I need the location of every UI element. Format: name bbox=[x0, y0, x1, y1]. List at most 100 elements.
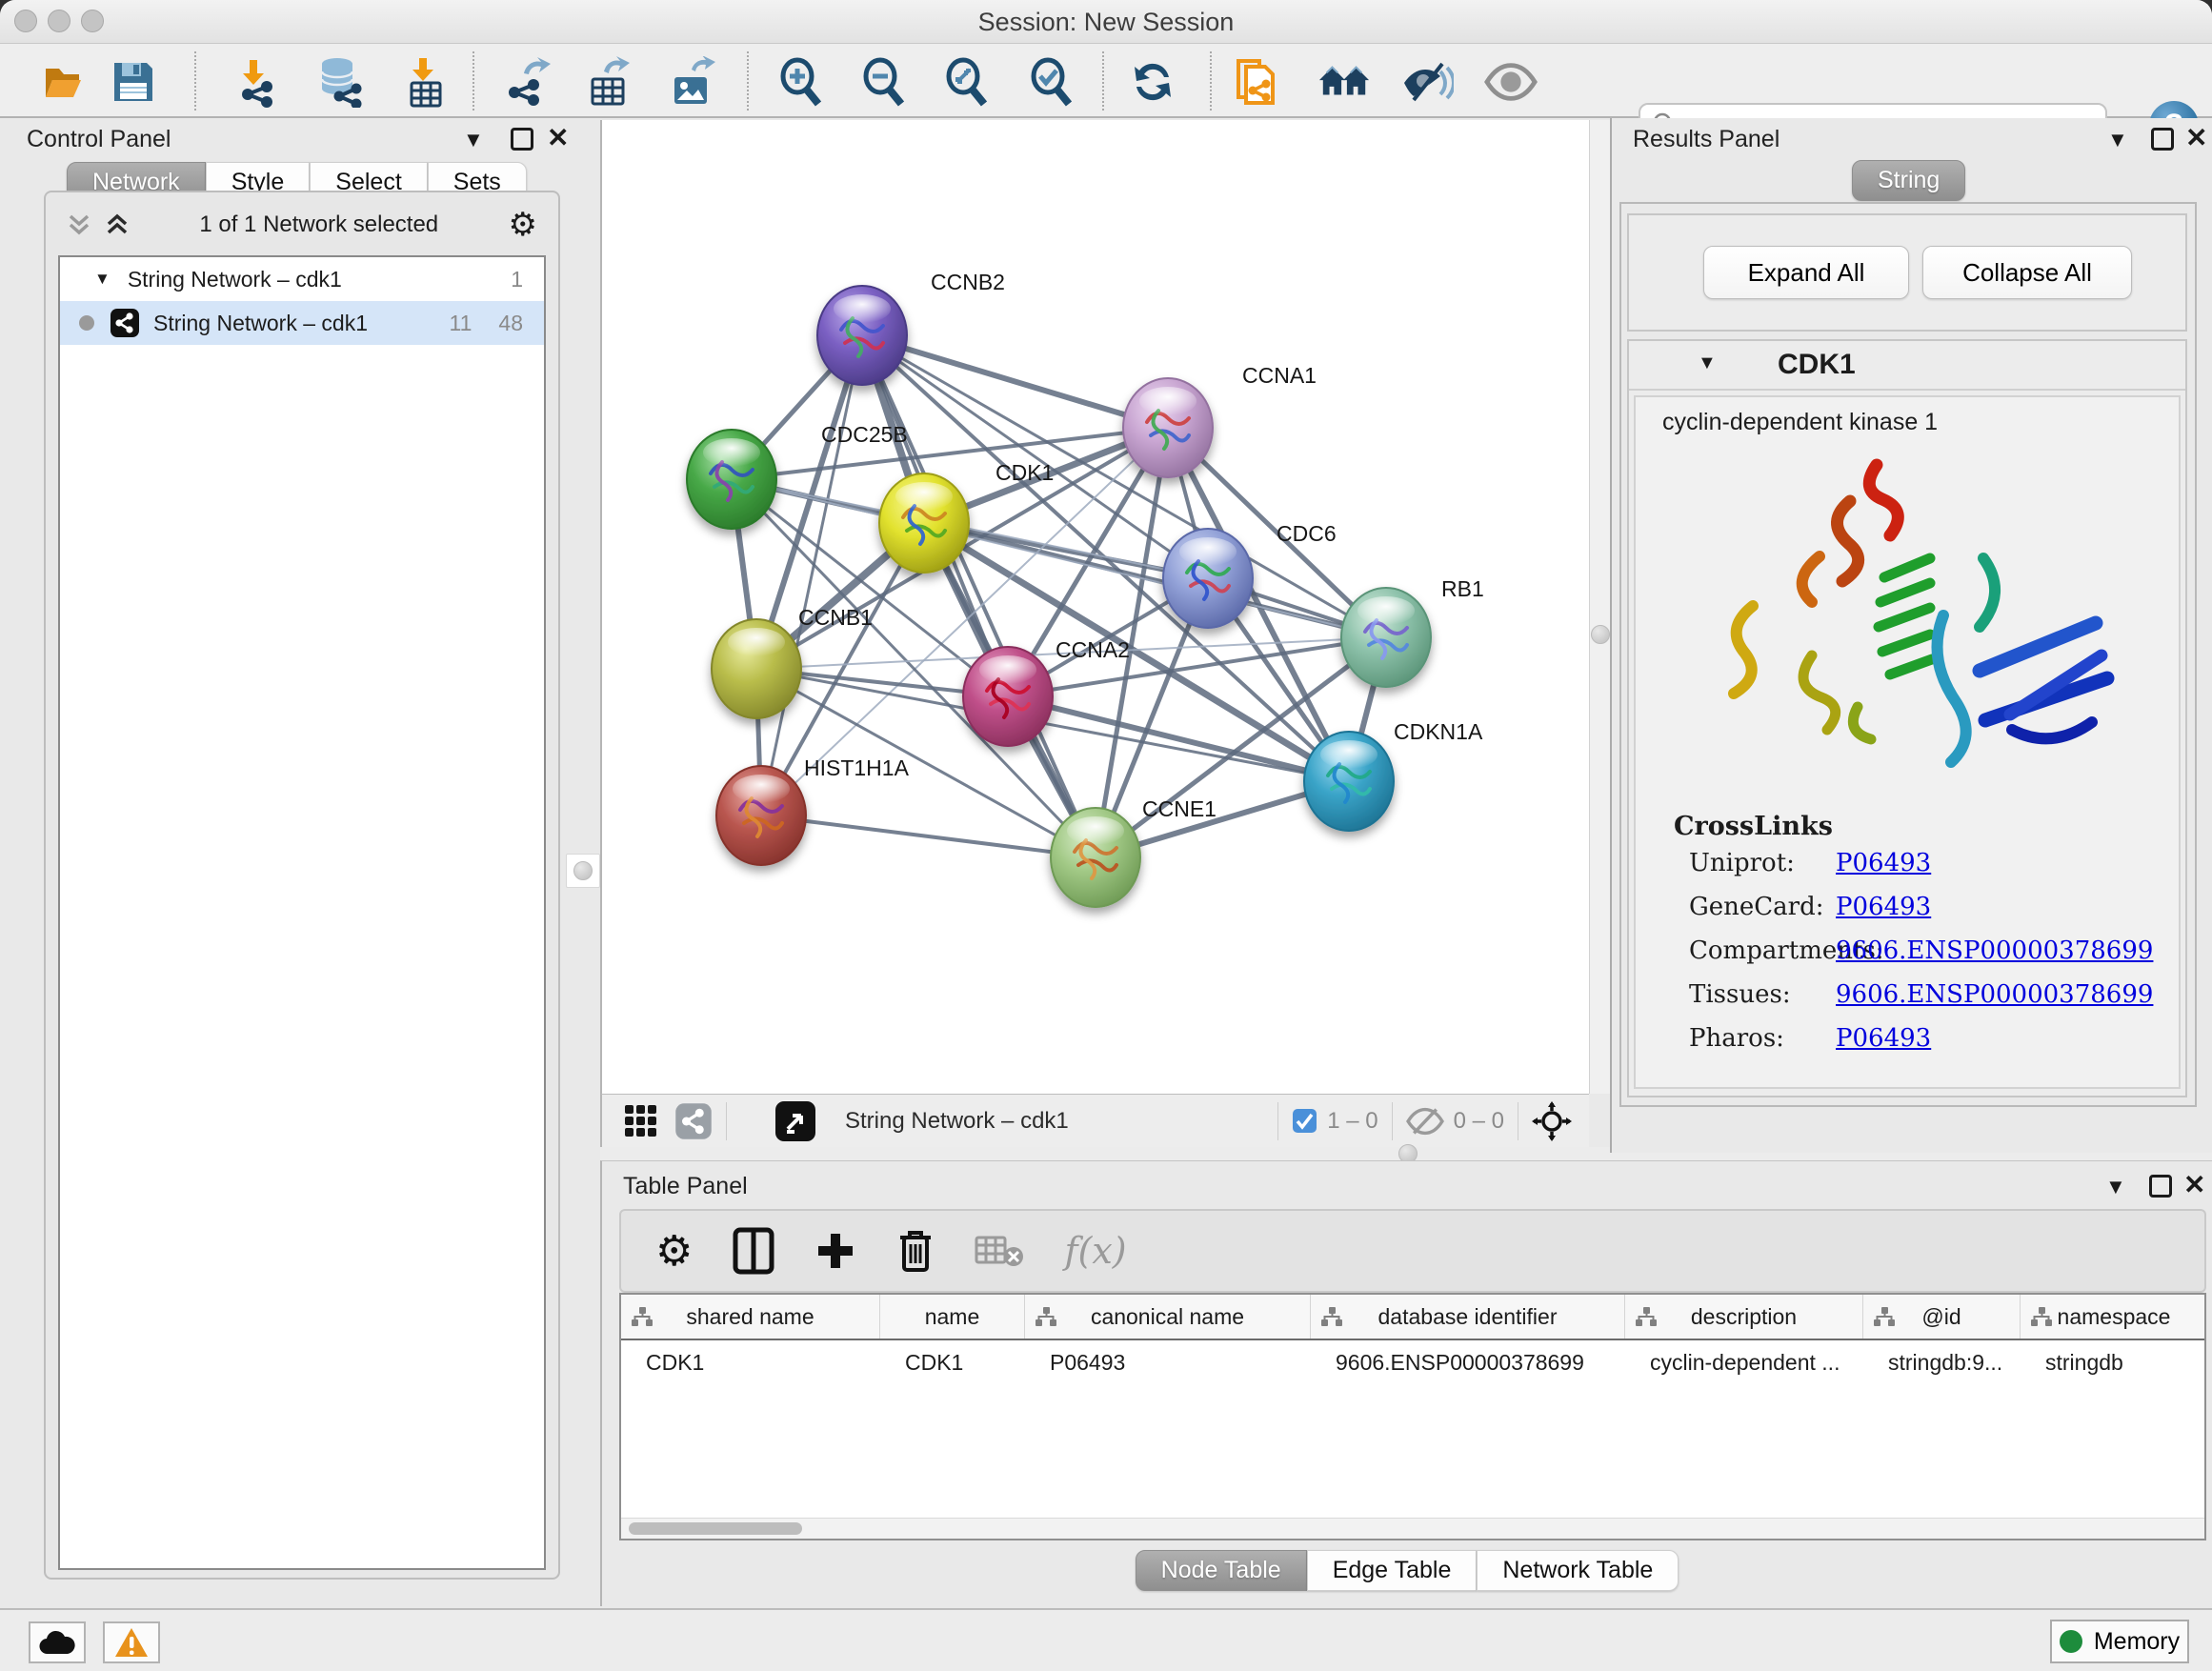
crosslink-value: 9606.ENSP00000378699 bbox=[1836, 980, 2153, 1009]
column-header-shared-name[interactable]: shared name bbox=[621, 1295, 880, 1339]
collapse-all-button[interactable]: Collapse All bbox=[1922, 246, 2132, 299]
tab-node-table[interactable]: Node Table bbox=[1136, 1550, 1307, 1591]
table-settings-gear-button[interactable]: ⚙ bbox=[655, 1222, 693, 1279]
selected-counts: 1 – 0 bbox=[1327, 1108, 1377, 1135]
show-graphics-details-button[interactable] bbox=[1484, 55, 1538, 109]
column-header-database-identifier[interactable]: database identifier bbox=[1311, 1295, 1625, 1339]
node-CCNB2[interactable] bbox=[817, 286, 907, 385]
results-panel-title: Results Panel bbox=[1633, 126, 1780, 153]
table-cell[interactable]: cyclin-dependent ... bbox=[1625, 1340, 1863, 1384]
function-builder-button[interactable]: f(x) bbox=[1064, 1222, 1126, 1279]
zoom-in-button[interactable] bbox=[774, 55, 827, 109]
warnings-button[interactable] bbox=[103, 1621, 160, 1663]
crosslink-value-link[interactable]: P06493 bbox=[1836, 1024, 1931, 1053]
table-cell[interactable]: stringdb:9... bbox=[1863, 1340, 2021, 1384]
delete-table-button[interactable] bbox=[975, 1222, 1024, 1279]
expand-all-networks-button[interactable] bbox=[105, 212, 130, 237]
collapse-all-networks-button[interactable] bbox=[67, 212, 91, 237]
detach-view-button[interactable] bbox=[774, 1100, 816, 1142]
network-overview-button[interactable] bbox=[674, 1102, 713, 1140]
table-panel-float-button[interactable] bbox=[2149, 1175, 2172, 1198]
control-panel-float-button[interactable] bbox=[511, 128, 533, 151]
results-actions-box: Expand All Collapse All bbox=[1627, 213, 2187, 332]
edge-CCNB2-HIST1H1A[interactable] bbox=[761, 335, 862, 815]
node-CCNA1[interactable] bbox=[1123, 378, 1213, 477]
import-network-from-file-button[interactable] bbox=[228, 55, 281, 109]
results-panel: Results Panel ▼ ✕ String Expand All Coll… bbox=[1610, 118, 2212, 1153]
delete-column-button[interactable] bbox=[896, 1222, 935, 1279]
crosslink-value-link[interactable]: P06493 bbox=[1836, 893, 1931, 921]
table-cell[interactable]: CDK1 bbox=[880, 1340, 1025, 1384]
network-options-gear-button[interactable]: ⚙ bbox=[509, 206, 537, 244]
result-entry-header[interactable]: ▼ CDK1 bbox=[1629, 341, 2185, 391]
node-RB1[interactable] bbox=[1341, 588, 1431, 687]
node-CCNE1[interactable] bbox=[1051, 808, 1140, 907]
node-CDC6[interactable] bbox=[1163, 529, 1253, 628]
column-header-description[interactable]: description bbox=[1625, 1295, 1863, 1339]
export-network-button[interactable] bbox=[498, 55, 552, 109]
tab-string[interactable]: String bbox=[1852, 160, 1965, 201]
column-header-namespace[interactable]: namespace bbox=[2021, 1295, 2206, 1339]
network-row[interactable]: String Network – cdk1 11 48 bbox=[60, 301, 544, 345]
first-neighbors-button[interactable] bbox=[1317, 55, 1371, 109]
fit-selected-button[interactable] bbox=[1532, 1101, 1572, 1141]
scrollbar-thumb[interactable] bbox=[629, 1522, 802, 1535]
entry-collapse-triangle-icon[interactable]: ▼ bbox=[1698, 352, 1717, 374]
open-session-button[interactable] bbox=[38, 55, 91, 109]
column-header-name[interactable]: name bbox=[880, 1295, 1025, 1339]
hide-graphics-details-button[interactable] bbox=[1400, 55, 1454, 109]
show-columns-button[interactable] bbox=[733, 1222, 774, 1279]
tab-network-table[interactable]: Network Table bbox=[1477, 1550, 1679, 1591]
column-header-canonical-name[interactable]: canonical name bbox=[1025, 1295, 1311, 1339]
column-header-id[interactable]: @id bbox=[1863, 1295, 2021, 1339]
results-panel-float-button[interactable] bbox=[2151, 128, 2174, 151]
crosslink-value-link[interactable]: P06493 bbox=[1836, 849, 1931, 877]
tab-edge-table[interactable]: Edge Table bbox=[1307, 1550, 1478, 1591]
crosslinks-list: Uniprot:P06493GeneCard:P06493Compartment… bbox=[1636, 841, 2179, 1060]
zoom-fit-button[interactable] bbox=[939, 55, 993, 109]
table-row[interactable]: CDK1CDK1P064939606.ENSP00000378699cyclin… bbox=[621, 1340, 2204, 1384]
network-collection-row[interactable]: ▼ String Network – cdk1 1 bbox=[60, 257, 544, 301]
zoom-selected-button[interactable] bbox=[1024, 55, 1077, 109]
birds-eye-view-button[interactable] bbox=[623, 1103, 659, 1139]
crosslink-value-link[interactable]: 9606.ENSP00000378699 bbox=[1836, 936, 2153, 965]
table-panel-close-button[interactable]: ✕ bbox=[2183, 1169, 2205, 1200]
crosslink-value-link[interactable]: 9606.ENSP00000378699 bbox=[1836, 980, 2153, 1009]
duplicate-network-button[interactable] bbox=[1231, 55, 1284, 109]
vertical-splitter[interactable] bbox=[1589, 120, 1610, 1094]
node-CDC25B[interactable] bbox=[687, 430, 776, 529]
node-CCNB1[interactable] bbox=[712, 619, 801, 718]
table-cell[interactable]: stringdb bbox=[2021, 1340, 2206, 1384]
collapse-triangle-icon[interactable]: ▼ bbox=[94, 270, 111, 289]
control-panel: Control Panel ▼ ✕ NetworkStyleSelectSets… bbox=[0, 118, 600, 1606]
export-table-button[interactable] bbox=[580, 55, 633, 109]
node-CDK1[interactable] bbox=[879, 473, 969, 573]
edge-HIST1H1A-CCNE1[interactable] bbox=[761, 815, 1096, 857]
memory-button[interactable]: Memory bbox=[2050, 1620, 2189, 1663]
zoom-out-button[interactable] bbox=[856, 55, 910, 109]
left-splitter-handle[interactable] bbox=[566, 854, 600, 888]
import-network-from-database-button[interactable] bbox=[313, 55, 367, 109]
network-canvas[interactable]: CCNB2CCNA1CDC25BCDK1CDC6RB1CCNB1CCNA2CDK… bbox=[600, 120, 1589, 1094]
expand-all-button[interactable]: Expand All bbox=[1703, 246, 1909, 299]
table-horizontal-scrollbar[interactable] bbox=[621, 1518, 2204, 1539]
table-panel-menu-button[interactable]: ▼ bbox=[2105, 1175, 2126, 1199]
edge-CCNB2-CCNA1[interactable] bbox=[862, 335, 1168, 428]
cloud-status-button[interactable] bbox=[29, 1621, 86, 1663]
table-cell[interactable]: P06493 bbox=[1025, 1340, 1311, 1384]
results-panel-menu-button[interactable]: ▼ bbox=[2107, 128, 2128, 152]
add-column-button[interactable] bbox=[814, 1222, 856, 1279]
table-cell[interactable]: 9606.ENSP00000378699 bbox=[1311, 1340, 1625, 1384]
save-session-button[interactable] bbox=[107, 55, 160, 109]
export-image-button[interactable] bbox=[664, 55, 717, 109]
control-panel-close-button[interactable]: ✕ bbox=[547, 122, 569, 153]
apply-preferred-layout-button[interactable] bbox=[1126, 55, 1179, 109]
import-table-from-file-button[interactable] bbox=[397, 55, 451, 109]
table-cell[interactable]: CDK1 bbox=[621, 1340, 880, 1384]
node-CDKN1A[interactable] bbox=[1304, 732, 1394, 831]
node-HIST1H1A[interactable] bbox=[716, 766, 806, 865]
results-panel-close-button[interactable]: ✕ bbox=[2185, 122, 2207, 153]
control-panel-menu-button[interactable]: ▼ bbox=[463, 128, 484, 152]
node-CCNA2[interactable] bbox=[963, 647, 1053, 746]
crosslink-value: P06493 bbox=[1836, 893, 1931, 921]
